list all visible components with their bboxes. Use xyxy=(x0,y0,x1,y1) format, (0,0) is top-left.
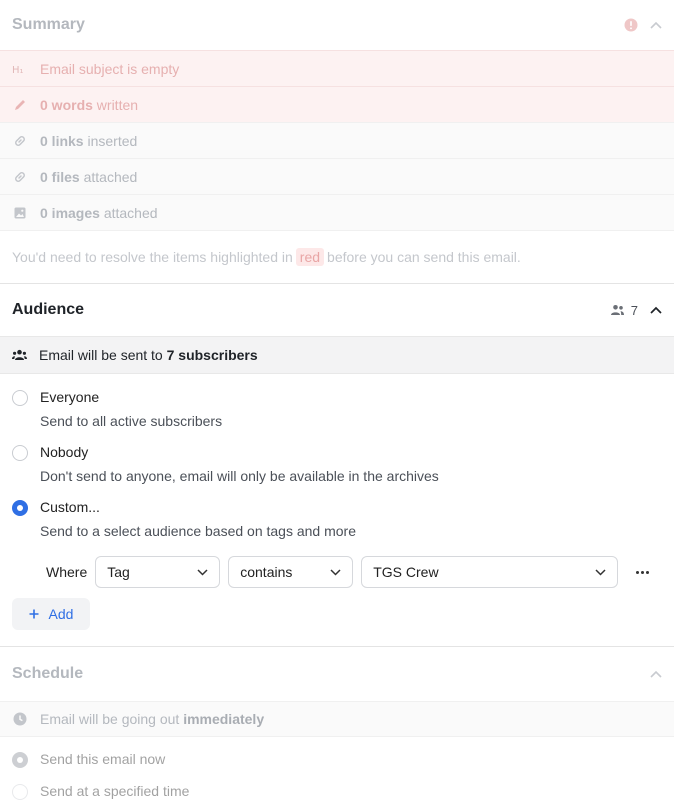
clock-icon xyxy=(12,711,28,727)
option-label: Nobody xyxy=(40,444,89,460)
audience-option-nobody[interactable]: Nobody Don't send to anyone, email will … xyxy=(0,443,674,485)
summary-row-count: 0 files xyxy=(40,168,80,185)
svg-text:H₁: H₁ xyxy=(12,65,24,75)
option-label: Send this email now xyxy=(40,751,166,767)
option-label: Send at a specified time xyxy=(40,783,190,799)
summary-row-count: 0 links xyxy=(40,132,84,149)
audience-banner-text: Email will be sent to xyxy=(39,347,163,363)
pencil-icon xyxy=(12,97,28,113)
more-options-icon[interactable] xyxy=(636,570,650,574)
filter-field-select[interactable]: Tag xyxy=(95,556,221,588)
summary-row-links: 0 links inserted xyxy=(0,122,674,158)
summary-note: You'd need to resolve the items highligh… xyxy=(0,230,674,283)
audience-filter-row: Where Tag contains TGS Crew xyxy=(0,556,674,588)
summary-row-count: 0 images xyxy=(40,204,100,221)
audience-collapse-chevron-up-icon[interactable] xyxy=(650,306,662,314)
schedule-banner-text: Email will be going out xyxy=(40,711,180,727)
heading-icon: H₁ xyxy=(12,61,28,77)
link-icon xyxy=(12,133,28,149)
summary-row-text: inserted xyxy=(87,132,138,149)
audience-option-everyone[interactable]: Everyone Send to all active subscribers xyxy=(0,388,674,430)
summary-row-words: 0 words written xyxy=(0,86,674,122)
filter-operator-select[interactable]: contains xyxy=(228,556,354,588)
chevron-down-icon xyxy=(330,568,341,576)
audience-banner: Email will be sent to 7 subscribers xyxy=(0,336,674,374)
radio-send-now[interactable] xyxy=(12,752,28,768)
warning-icon xyxy=(624,18,638,32)
audience-count: 7 xyxy=(630,302,638,318)
schedule-option-now[interactable]: Send this email now xyxy=(0,750,674,768)
filter-field-value: Tag xyxy=(107,564,130,580)
summary-note-highlight: red xyxy=(295,248,325,266)
audience-banner-count: 7 subscribers xyxy=(166,347,258,363)
summary-header[interactable]: Summary xyxy=(0,0,674,50)
summary-row-text: written xyxy=(96,96,139,113)
filter-operator-value: contains xyxy=(240,564,293,580)
radio-nobody[interactable] xyxy=(12,445,28,461)
chevron-down-icon xyxy=(197,568,208,576)
summary-note-text: You'd need to resolve the items highligh… xyxy=(12,249,293,265)
summary-row-count: 0 words xyxy=(40,96,93,113)
schedule-section: Schedule Email will be going out immedia… xyxy=(0,647,674,800)
schedule-header[interactable]: Schedule xyxy=(0,647,674,701)
summary-row-text: Email subject is empty xyxy=(40,60,180,77)
summary-section: Summary H₁ Email subject is empty 0 word… xyxy=(0,0,674,283)
schedule-title: Schedule xyxy=(12,665,84,682)
summary-row-files: 0 files attached xyxy=(0,158,674,194)
option-label: Custom... xyxy=(40,499,100,515)
filter-value-select[interactable]: TGS Crew xyxy=(361,556,619,588)
summary-row-text: attached xyxy=(103,204,158,221)
filter-where-label: Where xyxy=(46,564,88,580)
schedule-option-specified[interactable]: Send at a specified time xyxy=(0,782,674,800)
summary-row-subject: H₁ Email subject is empty xyxy=(0,50,674,86)
audience-count-badge: 7 xyxy=(610,303,638,318)
users-icon xyxy=(610,304,625,316)
link-icon xyxy=(12,169,28,185)
option-desc: Don't send to anyone, email will only be… xyxy=(40,468,439,484)
audience-option-custom[interactable]: Custom... Send to a select audience base… xyxy=(0,498,674,540)
add-filter-button[interactable]: Add xyxy=(12,598,90,630)
radio-custom[interactable] xyxy=(12,500,28,516)
option-desc: Send to a select audience based on tags … xyxy=(40,523,356,539)
schedule-banner-when: immediately xyxy=(183,711,265,727)
schedule-banner: Email will be going out immediately xyxy=(0,701,674,737)
option-label: Everyone xyxy=(40,389,100,405)
summary-note-text-end: before you can send this email. xyxy=(327,249,521,265)
radio-send-later[interactable] xyxy=(12,784,28,800)
summary-row-text: attached xyxy=(83,168,138,185)
audience-header[interactable]: Audience 7 xyxy=(0,284,674,336)
plus-icon xyxy=(29,609,39,619)
summary-title: Summary xyxy=(12,16,85,33)
radio-everyone[interactable] xyxy=(12,390,28,406)
chevron-down-icon xyxy=(595,568,606,576)
audience-title: Audience xyxy=(12,301,85,318)
filter-value: TGS Crew xyxy=(373,564,439,580)
users-icon xyxy=(12,349,27,361)
schedule-collapse-chevron-up-icon[interactable] xyxy=(650,670,662,678)
option-desc: Send to all active subscribers xyxy=(40,413,223,429)
audience-section: Audience 7 Email will be sent to 7 subsc… xyxy=(0,284,674,630)
image-icon xyxy=(12,205,28,221)
summary-row-images: 0 images attached xyxy=(0,194,674,230)
summary-collapse-chevron-up-icon[interactable] xyxy=(650,21,662,29)
add-filter-label: Add xyxy=(48,606,74,622)
